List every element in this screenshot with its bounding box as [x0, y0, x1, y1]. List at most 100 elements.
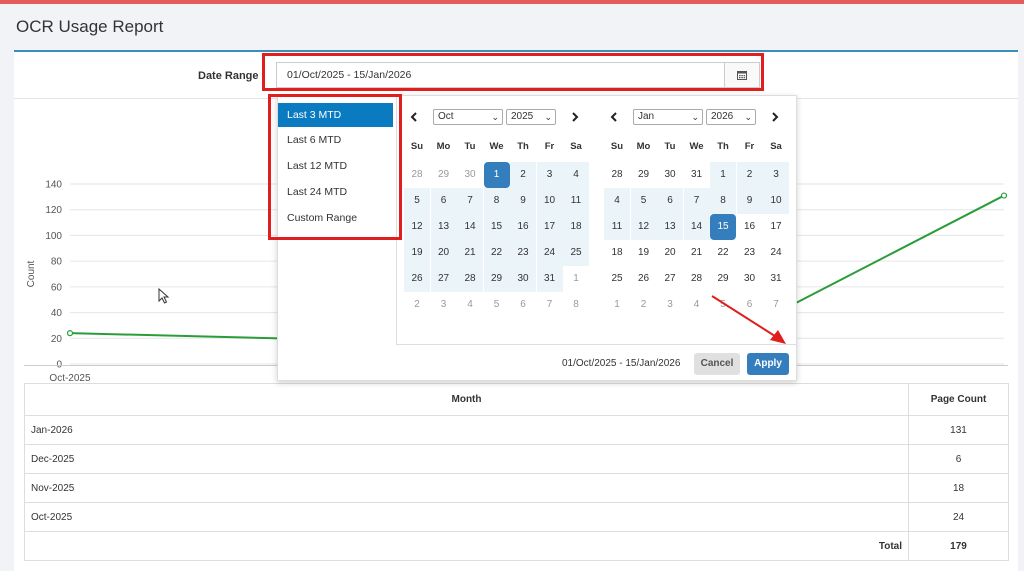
calendar-day[interactable]: 6: [430, 188, 457, 214]
calendar-day[interactable]: 28: [404, 162, 430, 188]
calendar-day[interactable]: 26: [404, 266, 430, 292]
cancel-button[interactable]: Cancel: [694, 353, 740, 375]
calendar-day[interactable]: 30: [510, 266, 536, 292]
calendar-day[interactable]: 20: [430, 240, 457, 266]
calendar-day[interactable]: 17: [536, 214, 563, 240]
calendar-day[interactable]: 12: [630, 214, 657, 240]
calendar-day[interactable]: 25: [563, 240, 589, 266]
calendar-day[interactable]: 1: [604, 292, 630, 318]
calendar-day[interactable]: 27: [657, 266, 683, 292]
calendar-day[interactable]: 19: [631, 240, 657, 266]
calendar-day[interactable]: 10: [536, 188, 563, 214]
right-month-select[interactable]: Jan ⌄: [633, 109, 703, 125]
calendar-day[interactable]: 2: [404, 292, 430, 318]
calendar-day[interactable]: 8: [483, 188, 510, 214]
calendar-day[interactable]: 4: [684, 292, 710, 318]
calendar-day[interactable]: 31: [684, 162, 710, 188]
calendar-day[interactable]: 23: [510, 240, 536, 266]
calendar-day[interactable]: 1: [483, 162, 510, 188]
calendar-day[interactable]: 5: [404, 188, 430, 214]
calendar-day[interactable]: 26: [631, 266, 657, 292]
chevron-right-icon[interactable]: [772, 112, 779, 122]
calendar-day[interactable]: 31: [763, 266, 789, 292]
calendar-day[interactable]: 3: [763, 162, 789, 188]
calendar-day[interactable]: 2: [510, 162, 536, 188]
calendar-day[interactable]: 7: [683, 188, 710, 214]
calendar-day[interactable]: 30: [457, 162, 483, 188]
calendar-day[interactable]: 2: [736, 162, 763, 188]
calendar-day[interactable]: 3: [657, 292, 683, 318]
y-tick-label: 60: [51, 282, 63, 293]
calendar-day[interactable]: 14: [457, 214, 483, 240]
calendar-day[interactable]: 30: [657, 162, 683, 188]
calendar-day[interactable]: 31: [536, 266, 563, 292]
calendar-day[interactable]: 22: [483, 240, 510, 266]
left-month-select[interactable]: Oct ⌄: [433, 109, 503, 125]
calendar-day[interactable]: 23: [737, 240, 763, 266]
calendar-day[interactable]: 20: [657, 240, 683, 266]
chevron-right-icon[interactable]: [572, 112, 579, 122]
calendar-day[interactable]: 14: [683, 214, 710, 240]
calendar-day[interactable]: 1: [563, 266, 589, 292]
calendar-day[interactable]: 21: [684, 240, 710, 266]
calendar-day[interactable]: 27: [430, 266, 457, 292]
calendar-day[interactable]: 6: [657, 188, 683, 214]
x-tick-label: Oct-2025: [49, 373, 91, 382]
calendar-day[interactable]: 29: [631, 162, 657, 188]
calendar-day[interactable]: 6: [510, 292, 536, 318]
calendar-day[interactable]: 2: [631, 292, 657, 318]
page-count-cell: 131: [908, 415, 1009, 445]
calendar-day[interactable]: 7: [537, 292, 563, 318]
calendar-day[interactable]: 24: [763, 240, 789, 266]
calendar-day[interactable]: 18: [604, 240, 630, 266]
calendar-day[interactable]: 29: [431, 162, 457, 188]
calendar-day[interactable]: 19: [404, 240, 430, 266]
calendar-day[interactable]: 28: [684, 266, 710, 292]
calendar-day[interactable]: 13: [430, 214, 457, 240]
calendar-day[interactable]: 11: [604, 214, 630, 240]
calendar-day[interactable]: 1: [710, 162, 736, 188]
calendar-day[interactable]: 12: [404, 214, 430, 240]
calendar-day[interactable]: 25: [604, 266, 630, 292]
calendar-day[interactable]: 15: [483, 214, 510, 240]
right-calendar-header: Jan ⌄ 2026 ⌄: [604, 106, 800, 128]
calendar-day[interactable]: 29: [483, 266, 510, 292]
calendar-day[interactable]: 8: [563, 292, 589, 318]
calendar-day[interactable]: 22: [710, 240, 736, 266]
calendar-day[interactable]: 9: [510, 188, 536, 214]
calendar-day[interactable]: 4: [457, 292, 483, 318]
calendar-day[interactable]: 7: [457, 188, 483, 214]
calendar-day[interactable]: 4: [563, 162, 589, 188]
calendar-day[interactable]: 15: [710, 214, 736, 240]
calendar-day[interactable]: 3: [431, 292, 457, 318]
calendar-day[interactable]: 10: [763, 188, 789, 214]
calendar-day[interactable]: 5: [484, 292, 510, 318]
calendar-day[interactable]: 5: [630, 188, 657, 214]
page-count-cell: 24: [908, 502, 1009, 532]
weekday-label: Tu: [664, 141, 676, 152]
calendar-day[interactable]: 16: [737, 214, 763, 240]
chevron-left-icon[interactable]: [410, 112, 417, 122]
weekday-label: Sa: [570, 141, 582, 152]
calendar-day[interactable]: 4: [604, 188, 630, 214]
calendar-day[interactable]: 29: [710, 266, 736, 292]
calendar-day[interactable]: 9: [736, 188, 763, 214]
calendar-day[interactable]: 17: [763, 214, 789, 240]
calendar-day[interactable]: 30: [737, 266, 763, 292]
calendar-day[interactable]: 8: [710, 188, 736, 214]
calendar-day[interactable]: 16: [510, 214, 536, 240]
calendar-day[interactable]: 21: [457, 240, 483, 266]
weekday-label: We: [689, 141, 704, 152]
month-cell: Oct-2025: [24, 502, 909, 532]
calendar-day[interactable]: 13: [657, 214, 683, 240]
chevron-left-icon[interactable]: [610, 112, 617, 122]
left-year-select[interactable]: 2025 ⌄: [506, 109, 556, 125]
calendar-day[interactable]: 18: [563, 214, 589, 240]
calendar-day[interactable]: 28: [604, 162, 630, 188]
calendar-day[interactable]: 3: [536, 162, 563, 188]
right-year-select[interactable]: 2026 ⌄: [706, 109, 756, 125]
apply-button[interactable]: Apply: [747, 353, 789, 375]
calendar-day[interactable]: 24: [536, 240, 563, 266]
calendar-day[interactable]: 28: [457, 266, 483, 292]
calendar-day[interactable]: 11: [563, 188, 589, 214]
